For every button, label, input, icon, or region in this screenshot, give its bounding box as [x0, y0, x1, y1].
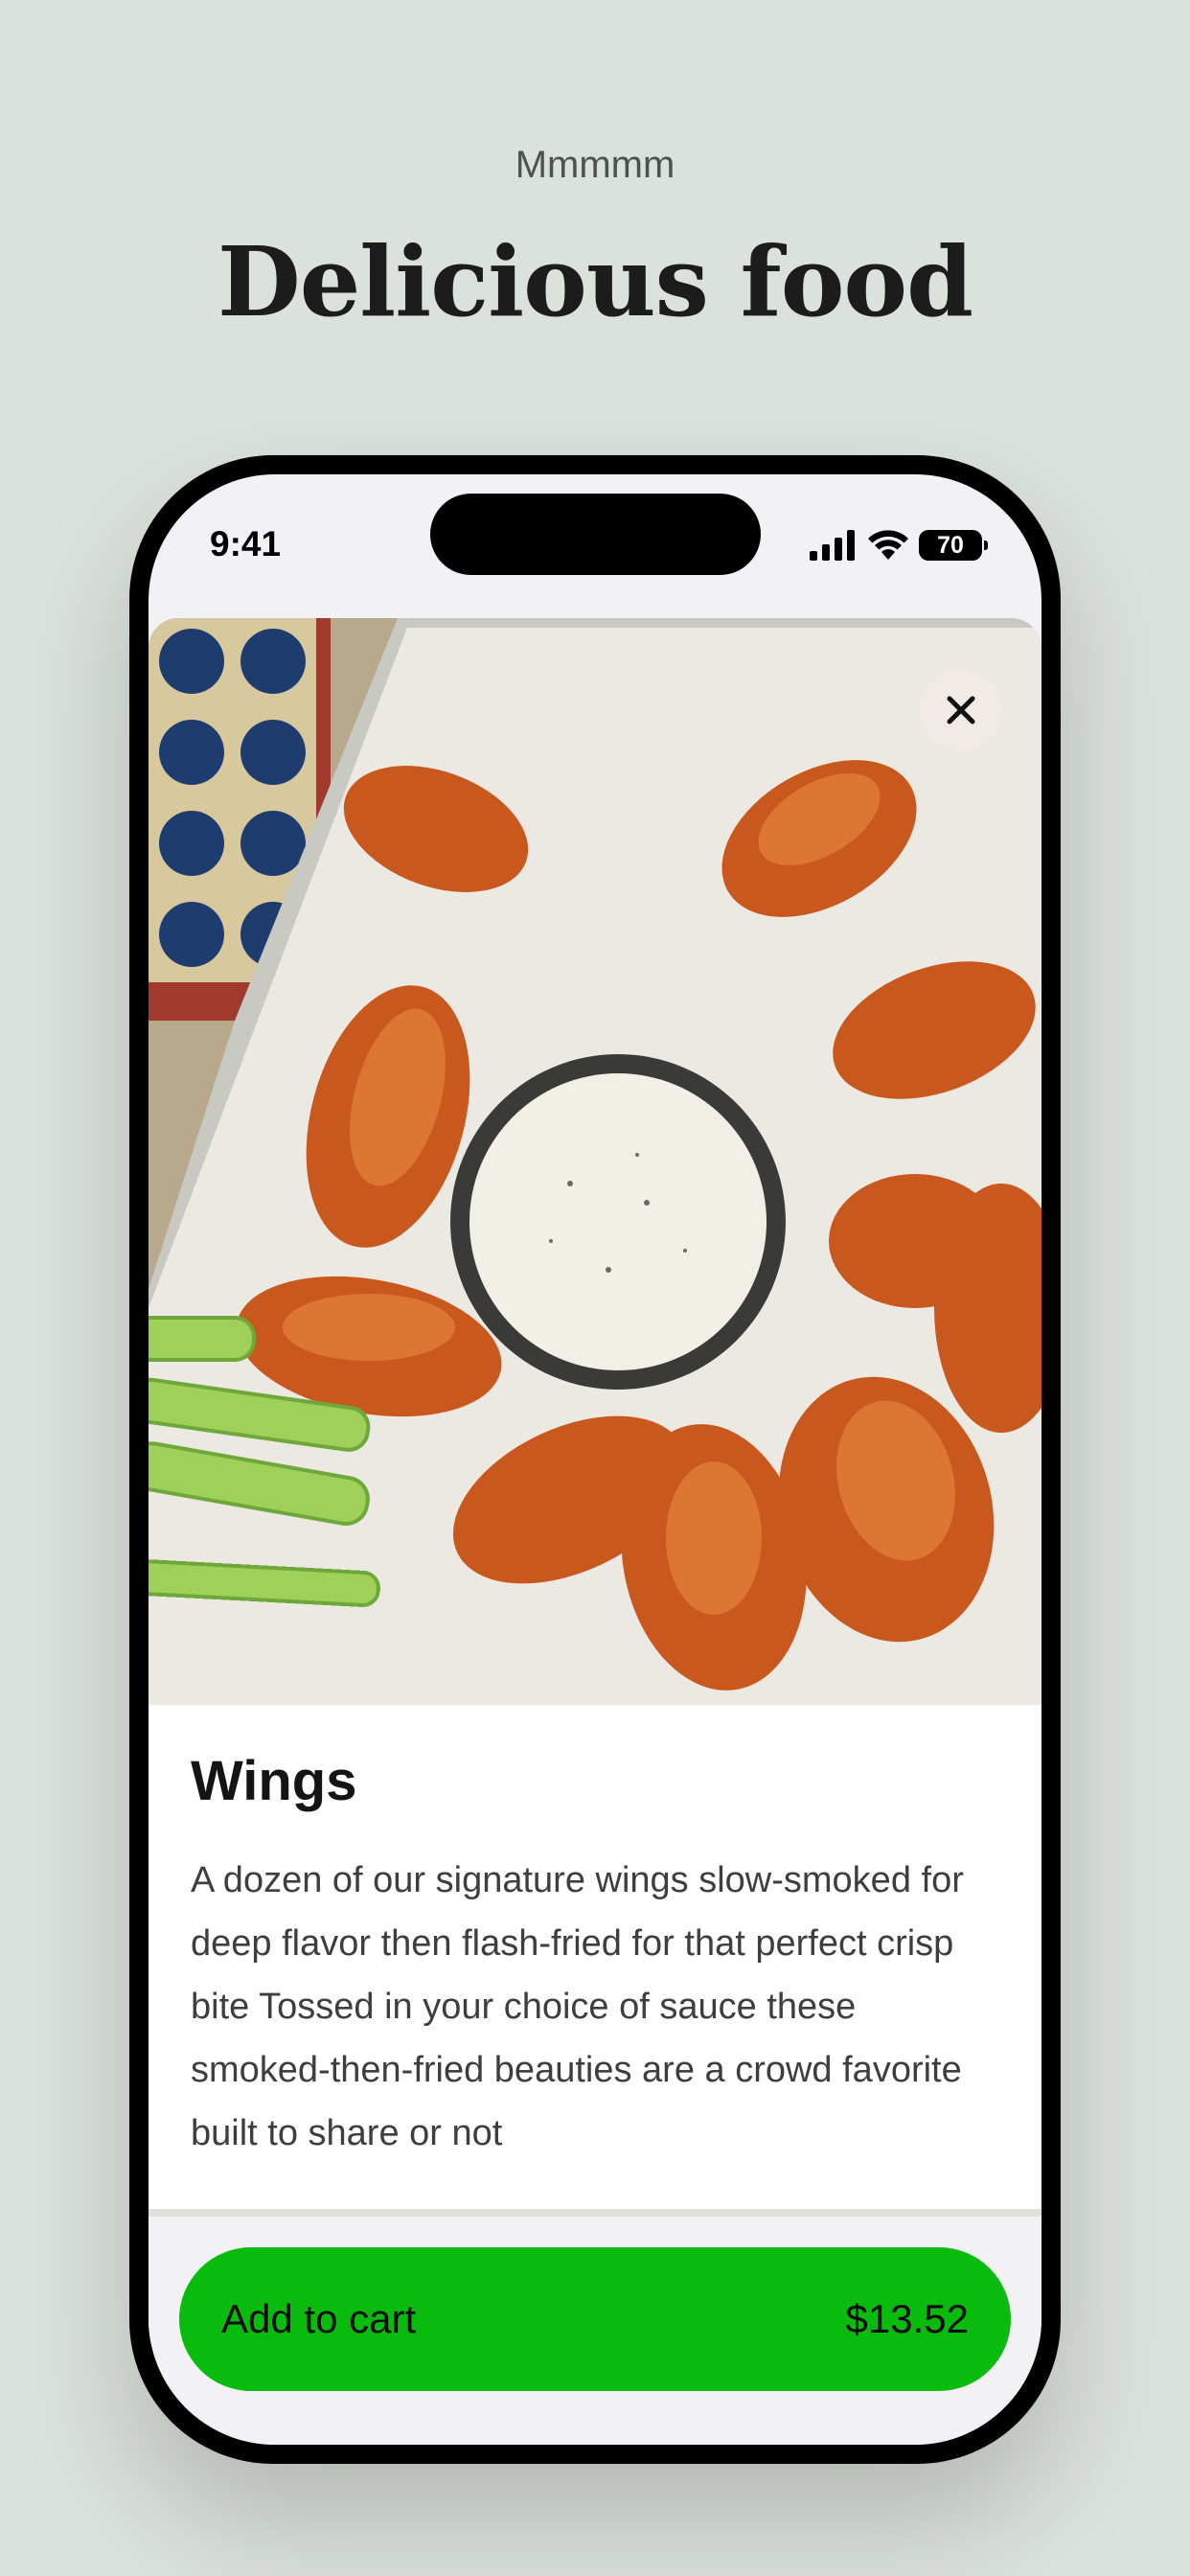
- status-bar: 9:41 70: [149, 474, 1041, 618]
- item-description: A dozen of our signature wings slow-smok…: [191, 1860, 964, 2153]
- close-button[interactable]: [920, 669, 1002, 751]
- add-to-cart-label: Add to cart: [221, 2296, 417, 2341]
- cellular-signal-icon: [810, 530, 855, 561]
- product-sheet: Wings A dozen of our signature wings slo…: [149, 618, 1041, 2343]
- phone-screen: 9:41 70 Wings A dozen of our signature w…: [149, 474, 1041, 2445]
- kicker-text: Mmmmm: [515, 144, 675, 186]
- status-time: 9:41: [210, 524, 282, 564]
- dynamic-island: [430, 494, 761, 575]
- page-headline: Delicious food: [217, 225, 973, 338]
- phone-frame: 9:41 70 Wings A dozen of our signature w…: [129, 455, 1061, 2464]
- food-image: [149, 618, 1041, 1705]
- add-to-cart-button[interactable]: Add to cart $13.52: [179, 2247, 1011, 2391]
- wifi-icon: [868, 530, 908, 560]
- battery-icon: 70: [919, 530, 988, 561]
- status-icons: 70: [810, 528, 988, 563]
- item-title: Wings: [191, 1750, 357, 1812]
- divider: [149, 2209, 1041, 2217]
- price-label: $13.52: [845, 2296, 969, 2341]
- page: Mmmmm Delicious food 9:41 70 Wings A doz…: [0, 0, 1190, 2576]
- close-icon: [947, 696, 975, 724]
